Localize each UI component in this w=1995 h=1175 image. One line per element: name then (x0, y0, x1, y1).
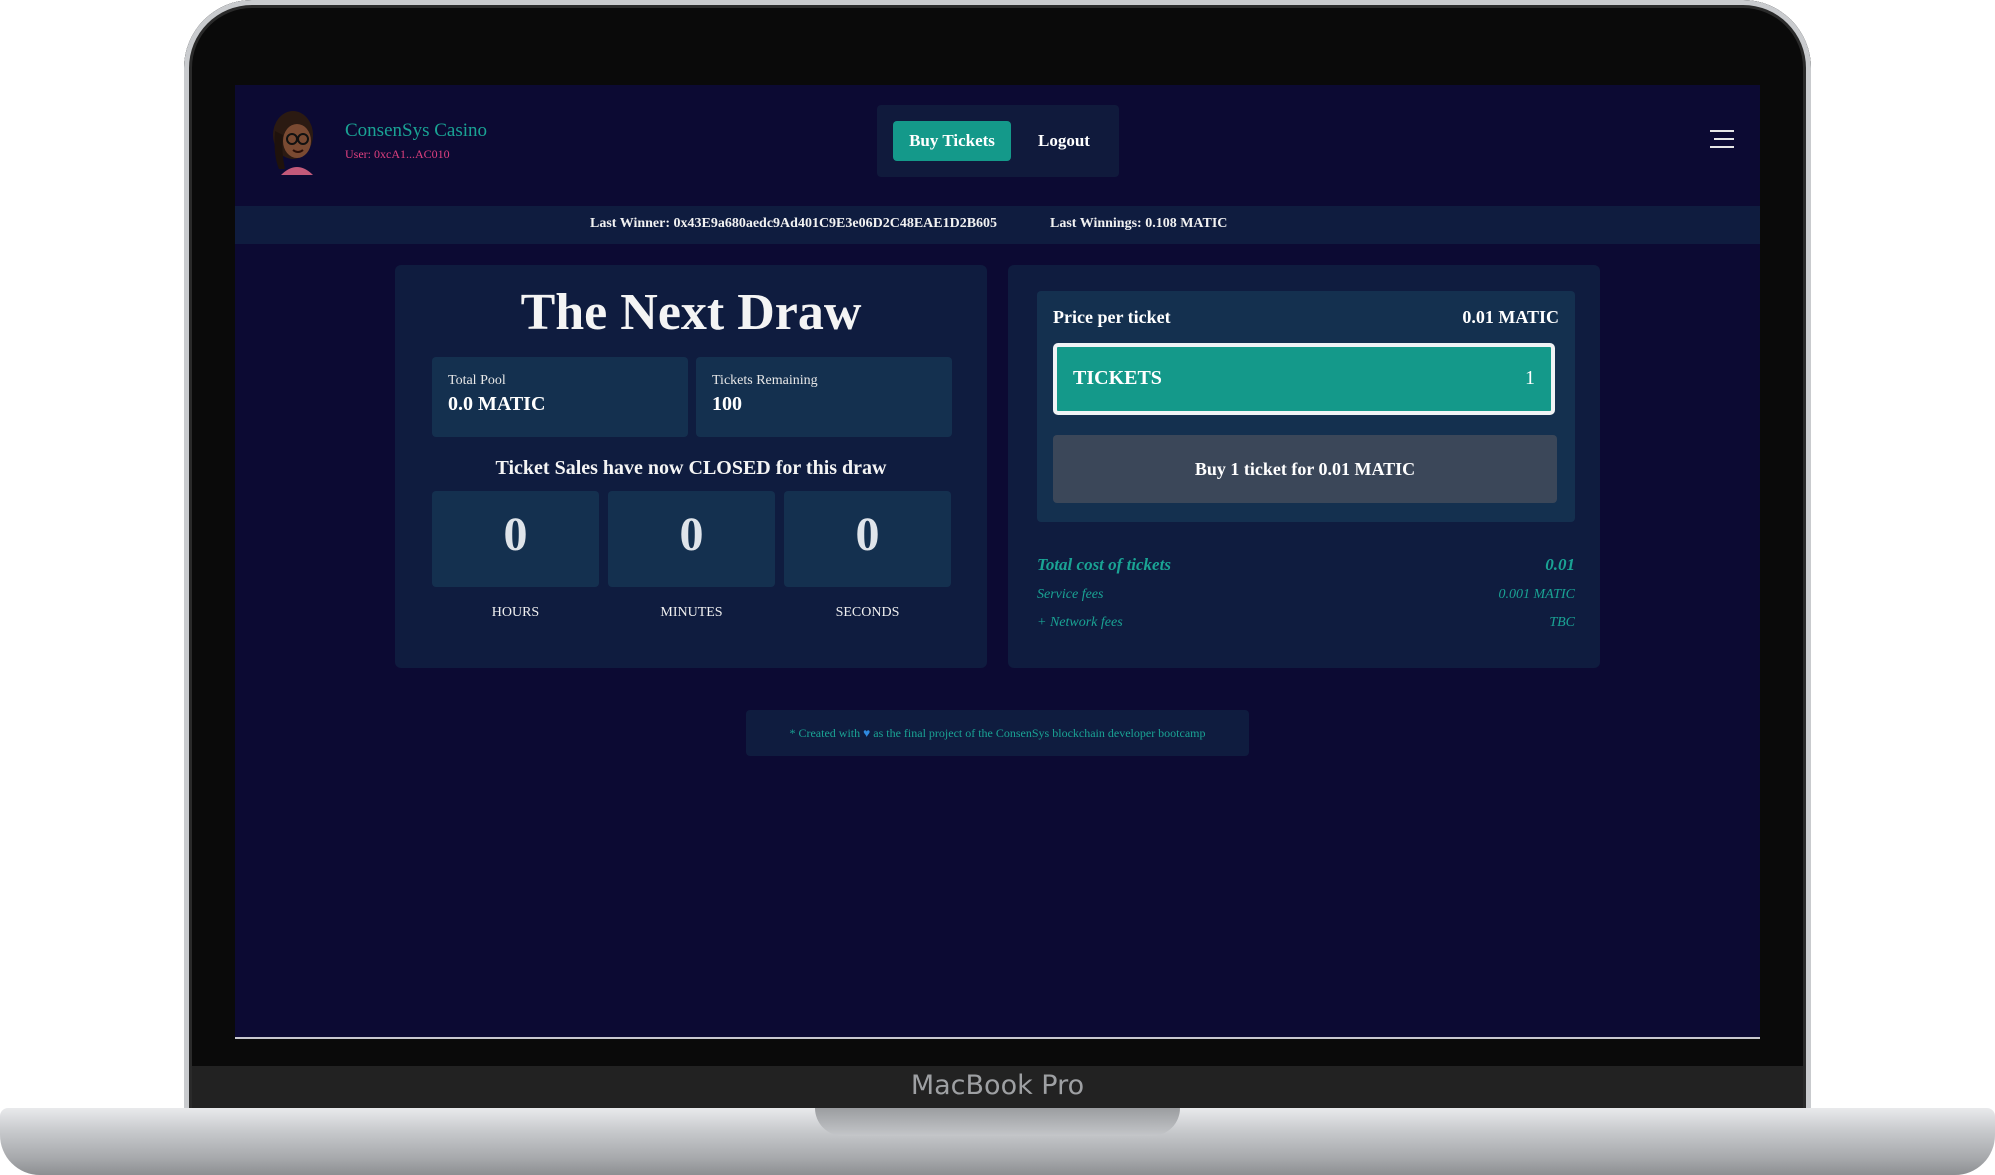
total-cost-row: Total cost of tickets 0.01 (1037, 555, 1575, 575)
countdown-hours: 0 (432, 491, 599, 587)
countdown-minutes-label: MINUTES (660, 605, 723, 620)
navbar: ConsenSys Casino User: 0xcA1...AC010 Buy… (235, 85, 1760, 205)
logout-button[interactable]: Logout (1023, 121, 1105, 161)
app-screen: ConsenSys Casino User: 0xcA1...AC010 Buy… (235, 85, 1760, 1039)
footer-credit: * Created with ♥ as the final project of… (746, 710, 1249, 756)
sales-status-message: Ticket Sales have now CLOSED for this dr… (495, 457, 887, 479)
heart-icon: ♥ (863, 726, 871, 740)
network-fees-row: + Network fees TBC (1037, 615, 1575, 631)
network-fees-value: TBC (1549, 615, 1575, 630)
countdown-hours-label: HOURS (491, 605, 540, 620)
screen-bottom-divider (235, 1037, 1760, 1039)
service-fees-label: Service fees (1037, 587, 1104, 602)
price-per-ticket-label: Price per ticket (1053, 307, 1171, 327)
buy-ticket-submit-button[interactable]: Buy 1 ticket for 0.01 MATIC (1053, 435, 1557, 503)
tickets-quantity-value[interactable]: 1 (1525, 367, 1535, 390)
service-fees-row: Service fees 0.001 MATIC (1037, 587, 1575, 603)
price-per-ticket-value: 0.01 MATIC (1462, 307, 1559, 327)
user-address: User: 0xcA1...AC010 (345, 147, 450, 161)
countdown-seconds-value: 0 (855, 508, 880, 561)
purchase-form: Price per ticket 0.01 MATIC TICKETS 1 Bu… (1037, 291, 1575, 522)
countdown-minutes: 0 (608, 491, 775, 587)
hamburger-menu-icon[interactable] (1708, 130, 1734, 152)
laptop-notch (815, 1108, 1180, 1136)
next-draw-card: The Next Draw Total Pool 0.0 MATIC Ticke… (395, 265, 987, 668)
nav-button-group: Buy Tickets Logout (877, 105, 1119, 177)
tickets-remaining-label: Tickets Remaining (712, 373, 818, 388)
tickets-quantity-input[interactable]: TICKETS 1 (1053, 343, 1555, 415)
purchase-card: Price per ticket 0.01 MATIC TICKETS 1 Bu… (1008, 265, 1600, 668)
total-pool-box: Total Pool 0.0 MATIC (432, 357, 688, 437)
countdown-hours-value: 0 (503, 508, 528, 561)
countdown-minutes-value: 0 (679, 508, 704, 561)
total-cost-value: 0.01 (1545, 555, 1575, 574)
footer-suffix: as the final project of the ConsenSys bl… (873, 726, 1206, 740)
draw-title: The Next Draw (520, 284, 862, 341)
winner-bar: Last Winner: 0x43E9a680aedc9Ad401C9E3e06… (235, 206, 1760, 244)
tickets-remaining-box: Tickets Remaining 100 (696, 357, 952, 437)
tickets-input-label: TICKETS (1073, 367, 1162, 389)
countdown-seconds-label: SECONDS (835, 605, 900, 620)
service-fees-value: 0.001 MATIC (1498, 587, 1575, 602)
footer-prefix: * Created with (789, 726, 861, 740)
countdown-seconds: 0 (784, 491, 951, 587)
last-winnings: Last Winnings: 0.108 MATIC (1050, 216, 1228, 231)
buy-tickets-button[interactable]: Buy Tickets (893, 121, 1011, 161)
last-winner: Last Winner: 0x43E9a680aedc9Ad401C9E3e06… (590, 216, 998, 231)
site-name[interactable]: ConsenSys Casino (345, 120, 487, 142)
total-cost-label: Total cost of tickets (1037, 555, 1171, 574)
avatar (267, 105, 327, 175)
network-fees-label: + Network fees (1037, 615, 1123, 630)
total-pool-label: Total Pool (448, 373, 506, 388)
total-pool-value: 0.0 MATIC (448, 393, 546, 415)
tickets-remaining-value: 100 (712, 393, 742, 415)
device-label: MacBook Pro (910, 1070, 1085, 1101)
